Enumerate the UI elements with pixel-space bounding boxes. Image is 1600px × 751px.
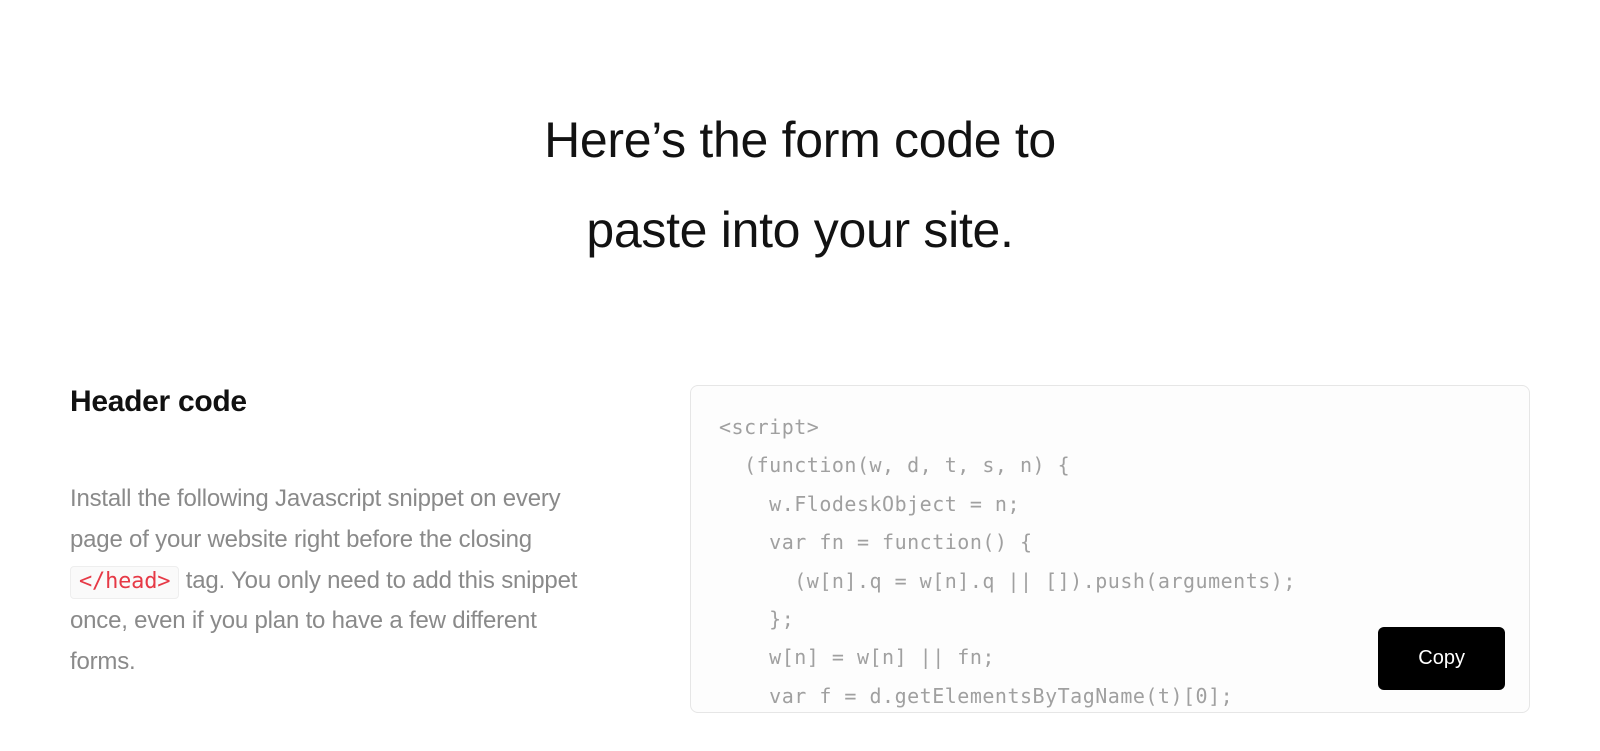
desc-part-1: Install the following Javascript snippet…	[70, 485, 560, 553]
section-description: Install the following Javascript snippet…	[70, 479, 600, 683]
code-box: <script> (function(w, d, t, s, n) { w.Fl…	[690, 385, 1530, 713]
hero: Here’s the form code to paste into your …	[70, 95, 1530, 275]
content-columns: Header code Install the following Javasc…	[70, 385, 1530, 713]
inline-code-tag: </head>	[70, 566, 179, 600]
section-heading: Header code	[70, 385, 600, 419]
hero-title: Here’s the form code to paste into your …	[70, 95, 1530, 275]
hero-title-line-2: paste into your site.	[586, 202, 1013, 258]
copy-button[interactable]: Copy	[1378, 627, 1505, 690]
left-column: Header code Install the following Javasc…	[70, 385, 600, 683]
hero-title-line-1: Here’s the form code to	[544, 112, 1056, 168]
right-column: <script> (function(w, d, t, s, n) { w.Fl…	[690, 385, 1530, 713]
page-root: Here’s the form code to paste into your …	[0, 0, 1600, 713]
